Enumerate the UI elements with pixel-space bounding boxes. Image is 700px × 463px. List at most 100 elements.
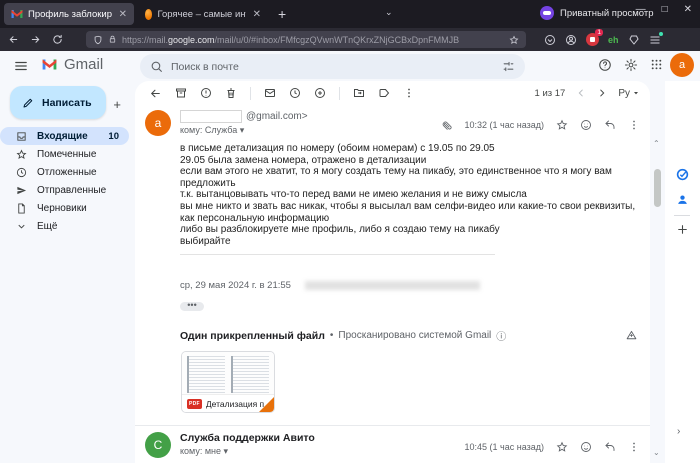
more-options-icon[interactable]: [403, 87, 415, 99]
back-button[interactable]: [8, 34, 26, 45]
google-apps-grid-icon[interactable]: [650, 58, 663, 71]
reply-icon[interactable]: [604, 119, 616, 131]
emoji-reaction-icon[interactable]: [580, 119, 592, 131]
older-thread-icon[interactable]: [597, 88, 607, 98]
workspace-side-panel: ›: [665, 81, 700, 463]
star-message-icon[interactable]: [556, 119, 568, 131]
sender-avatar: a: [145, 110, 171, 136]
window-close-button[interactable]: ✕: [684, 4, 692, 15]
back-to-inbox-icon[interactable]: [149, 87, 162, 100]
details-chevron-icon[interactable]: ▾: [224, 446, 229, 456]
message-header-collapsed[interactable]: C Служба поддержки Авито кому: мне ▾ 10:…: [135, 425, 650, 459]
input-language-button[interactable]: Ру: [618, 88, 640, 99]
delete-icon[interactable]: [225, 87, 237, 99]
label-icon[interactable]: [378, 87, 390, 99]
search-icon[interactable]: [150, 60, 163, 73]
show-trimmed-content-button[interactable]: •••: [180, 301, 204, 312]
search-options-icon[interactable]: [502, 60, 515, 73]
lock-icon[interactable]: [108, 35, 117, 44]
draft-file-icon: [18, 202, 25, 214]
browser-tab-gmail[interactable]: Профиль заблокирован 4948 ✕: [4, 3, 134, 25]
new-tab-button[interactable]: +: [278, 6, 286, 22]
contacts-icon[interactable]: [676, 193, 689, 206]
sidebar-item-more[interactable]: Ещё: [0, 217, 129, 235]
url-text: https://mail.google.com/mail/u/0/#inbox/…: [122, 34, 460, 45]
star-message-icon[interactable]: [556, 441, 568, 453]
send-icon: [17, 186, 27, 194]
details-chevron-icon[interactable]: ▾: [240, 125, 245, 135]
gmail-header: Gmail Поиск в почте a: [0, 51, 700, 81]
adblock-extension-icon[interactable]: 1: [586, 29, 603, 46]
search-bar[interactable]: Поиск в почте: [140, 54, 525, 79]
gmail-favicon: [11, 10, 23, 18]
mark-unread-icon[interactable]: [264, 87, 276, 99]
recipient-line[interactable]: кому: мне ▾: [180, 446, 465, 457]
sidebar-item-inbox[interactable]: Входящие 10: [0, 127, 129, 145]
message-body: в письме детализация по номеру (обоим но…: [180, 143, 650, 247]
message-header[interactable]: a @gmail.com> кому: Служба ▾ 10:32 (1 ча…: [135, 105, 650, 136]
account-icon[interactable]: [565, 34, 577, 46]
reload-button[interactable]: [52, 34, 70, 45]
newer-thread-icon[interactable]: [576, 88, 586, 98]
scrollbar-thumb[interactable]: [654, 169, 661, 207]
pencil-icon: [23, 98, 33, 107]
sidebar-item-sent[interactable]: Отправленные: [0, 181, 129, 199]
info-icon[interactable]: ⓘ: [496, 328, 506, 343]
body-line: т.к. вытанцовывать что-то перед вами не …: [180, 189, 527, 201]
tracking-shield-icon[interactable]: [93, 35, 103, 45]
get-addons-button[interactable]: [676, 223, 689, 236]
reply-icon[interactable]: [604, 441, 616, 453]
scroll-up-icon[interactable]: ⌃: [653, 139, 660, 148]
add-to-tasks-icon[interactable]: [314, 87, 326, 99]
tasks-icon[interactable]: [676, 168, 689, 181]
scroll-down-icon[interactable]: ⌄: [653, 448, 660, 457]
message-more-icon[interactable]: [628, 441, 640, 453]
emoji-reaction-icon[interactable]: [580, 441, 592, 453]
attachment-paperclip-icon: [442, 121, 452, 130]
window-minimize-button[interactable]: —: [636, 4, 646, 15]
gmail-logo[interactable]: Gmail: [40, 56, 103, 73]
move-to-folder-icon[interactable]: [353, 87, 365, 99]
attachment-fold-corner: [259, 397, 274, 413]
sidebar-item-snoozed[interactable]: Отложенные: [0, 163, 129, 181]
body-line: если вам этого не хватит, то я могу созд…: [180, 166, 612, 189]
add-all-to-drive-icon[interactable]: [625, 329, 638, 342]
scrollbar[interactable]: ⌃ ⌄: [650, 81, 665, 463]
snooze-icon[interactable]: [289, 87, 301, 99]
help-icon[interactable]: [598, 58, 612, 72]
tab-list-chevron-icon[interactable]: ⌄: [385, 7, 393, 18]
sidebar-item-drafts[interactable]: Черновики: [0, 199, 129, 217]
body-line: в письме детализация по номеру (обоим но…: [180, 143, 495, 154]
account-avatar[interactable]: a: [670, 53, 694, 77]
side-panel-toggle-icon[interactable]: ›: [677, 426, 680, 437]
bookmark-star-icon[interactable]: [509, 35, 519, 45]
gmail-sidebar: Написать Входящие 10 Помеченные Отложенн: [0, 81, 135, 463]
url-bar[interactable]: https://mail.google.com/mail/u/0/#inbox/…: [86, 31, 526, 48]
forward-button[interactable]: [30, 34, 48, 45]
pikabu-favicon: [145, 8, 153, 20]
window-maximize-button[interactable]: □: [662, 4, 668, 15]
body-line: либо вы разблокируете мне профиль, либо …: [180, 224, 500, 236]
pocket-icon[interactable]: [544, 34, 556, 46]
body-line: 29.05 была замена номера, отражено в дет…: [180, 154, 427, 166]
attachment-card[interactable]: PDF Детализация п...: [181, 351, 275, 414]
report-spam-icon[interactable]: [200, 87, 212, 99]
message-time: 10:45 (1 час назад): [464, 442, 544, 453]
tab-close-icon[interactable]: ✕: [253, 9, 261, 20]
eh-extension-icon[interactable]: eh: [608, 35, 619, 45]
extension-icon[interactable]: [628, 34, 640, 46]
browser-tab-pikabu[interactable]: Горячее – самые интересные ✕: [138, 3, 268, 25]
tab-close-icon[interactable]: ✕: [119, 9, 127, 20]
app-menu-button[interactable]: [649, 31, 663, 46]
recipient-line[interactable]: кому: Служба ▾: [180, 125, 442, 136]
settings-gear-icon[interactable]: [624, 58, 638, 72]
thread-view: 1 из 17 Ру a @gmail.com> кому: Служба ▾ …: [135, 81, 650, 463]
archive-icon[interactable]: [175, 87, 187, 99]
create-label-button[interactable]: +: [113, 97, 121, 112]
compose-button[interactable]: Написать: [10, 86, 106, 119]
panel-divider: [674, 215, 690, 216]
body-line: выбирайте: [180, 235, 231, 247]
message-more-icon[interactable]: [628, 119, 640, 131]
sidebar-item-starred[interactable]: Помеченные: [0, 145, 129, 163]
main-menu-icon[interactable]: [14, 59, 28, 73]
